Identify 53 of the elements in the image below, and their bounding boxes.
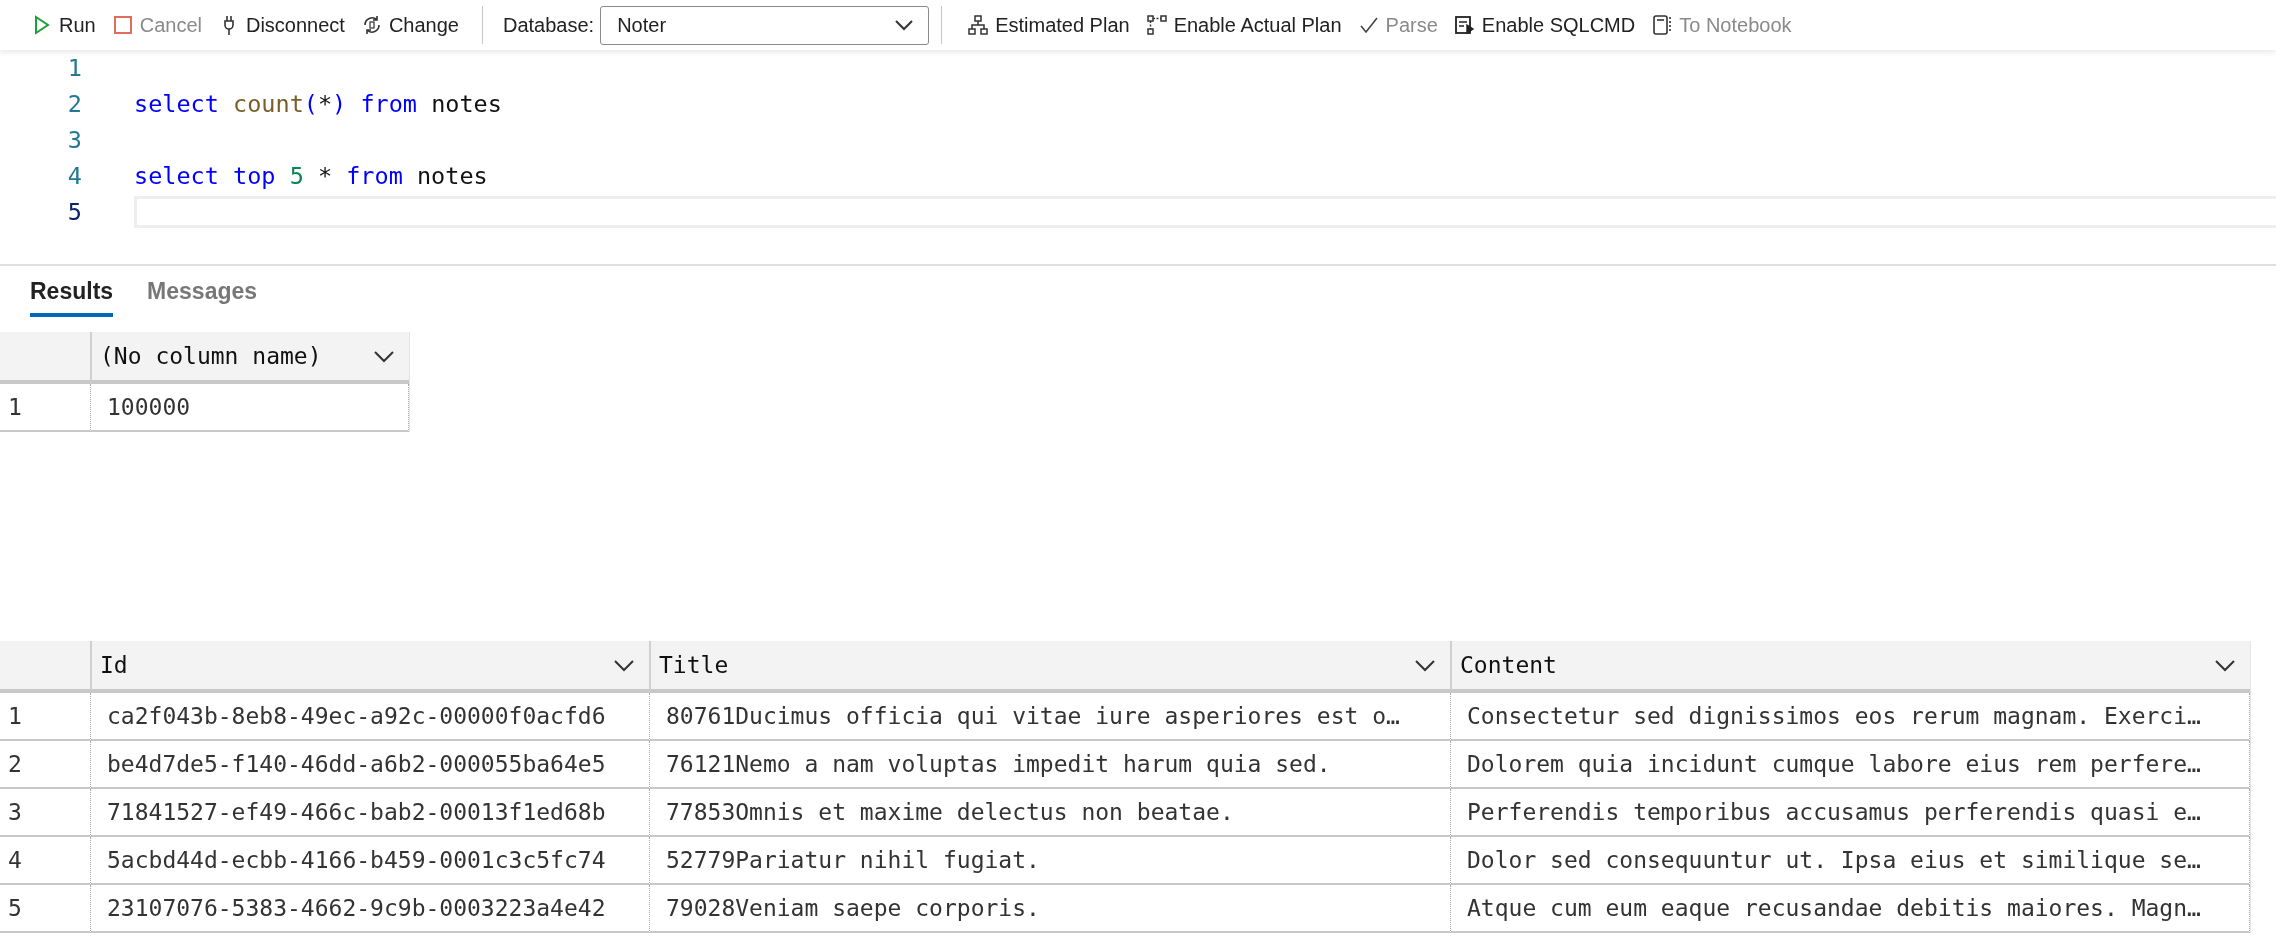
table-cell: 23107076-5383-4662-9c9b-0003223a4e42 (90, 885, 649, 933)
row-number: 1 (0, 384, 90, 432)
column-header[interactable]: (No column name) (90, 332, 409, 384)
diagram-icon (1145, 14, 1168, 36)
chevron-down-icon (2214, 658, 2236, 672)
table-cell: Consectetur sed dignissimos eos rerum magnam. Exerci… (1450, 693, 2250, 741)
table-cell: Perferendis temporibus accusamus perferendis quasi e… (1450, 789, 2250, 837)
actual-button[interactable]: Enable Actual Plan (1140, 9, 1347, 41)
column-header[interactable]: Title (649, 641, 1450, 693)
table-cell: 71841527-ef49-466c-bab2-00013f1ed68b (90, 789, 649, 837)
table-cell: Atque cum eum eaque recusandae debitis maiores. Magn… (1450, 885, 2250, 933)
stop-icon (111, 14, 134, 36)
script-icon (1453, 14, 1476, 36)
database-dropdown[interactable]: Noter (600, 5, 930, 45)
table-cell: 76121Nemo a nam voluptas impedit harum quia sed. (649, 741, 1450, 789)
database-label: Database: (502, 13, 595, 37)
row-number: 4 (0, 837, 90, 885)
table-cell: be4d7de5-f140-46dd-a6b2-000055ba64e5 (90, 741, 649, 789)
results-tab[interactable]: Results (30, 278, 114, 317)
row-number: 3 (0, 789, 90, 837)
chevron-down-icon (894, 19, 915, 31)
line-number: 3 (66, 126, 83, 154)
notebook-icon (1651, 14, 1674, 36)
line-number: 4 (66, 162, 83, 190)
table-cell: Dolorem quia incidunt cumque labore eius rem perfere… (1450, 741, 2250, 789)
row-number: 2 (0, 741, 90, 789)
change-button[interactable]: Change (355, 9, 464, 41)
row-number: 1 (0, 693, 90, 741)
run-button[interactable]: Run (26, 9, 101, 41)
sqlcmd-button[interactable]: Enable SQLCMD (1448, 9, 1641, 41)
line-number: 2 (66, 90, 83, 118)
table-cell: 79028Veniam saepe corporis. (649, 885, 1450, 933)
line-number: 1 (66, 54, 83, 82)
hierarchy-icon (967, 14, 990, 36)
line-number: 5 (66, 198, 83, 226)
code-line: select count(*) from notes (134, 89, 503, 120)
chevron-down-icon (613, 658, 635, 672)
results-tab[interactable]: Messages (147, 278, 258, 317)
row-number: 5 (0, 885, 90, 933)
table-cell: 77853Omnis et maxime delectus non beatae. (649, 789, 1450, 837)
column-header[interactable]: Content (1450, 641, 2250, 693)
table-cell: ca2f043b-8eb8-49ec-a92c-00000f0acfd6 (90, 693, 649, 741)
disconnect-button[interactable]: Disconnect (212, 9, 350, 41)
chevron-down-icon (373, 349, 395, 363)
estimate-button[interactable]: Estimated Plan (962, 9, 1135, 41)
table-cell: 5acbd44d-ecbb-4166-b459-0001c3c5fc74 (90, 837, 649, 885)
column-header[interactable]: Id (90, 641, 649, 693)
table-cell: 52779Pariatur nihil fugiat. (649, 837, 1450, 885)
table-cell: 100000 (90, 384, 409, 432)
code-line: select top 5 * from notes (134, 161, 489, 192)
table-cell: Dolor sed consequuntur ut. Ipsa eius et similique se… (1450, 837, 2250, 885)
chevron-down-icon (1414, 658, 1436, 672)
table-cell: 80761Ducimus officia qui vitae iure asperiores est o… (649, 693, 1450, 741)
